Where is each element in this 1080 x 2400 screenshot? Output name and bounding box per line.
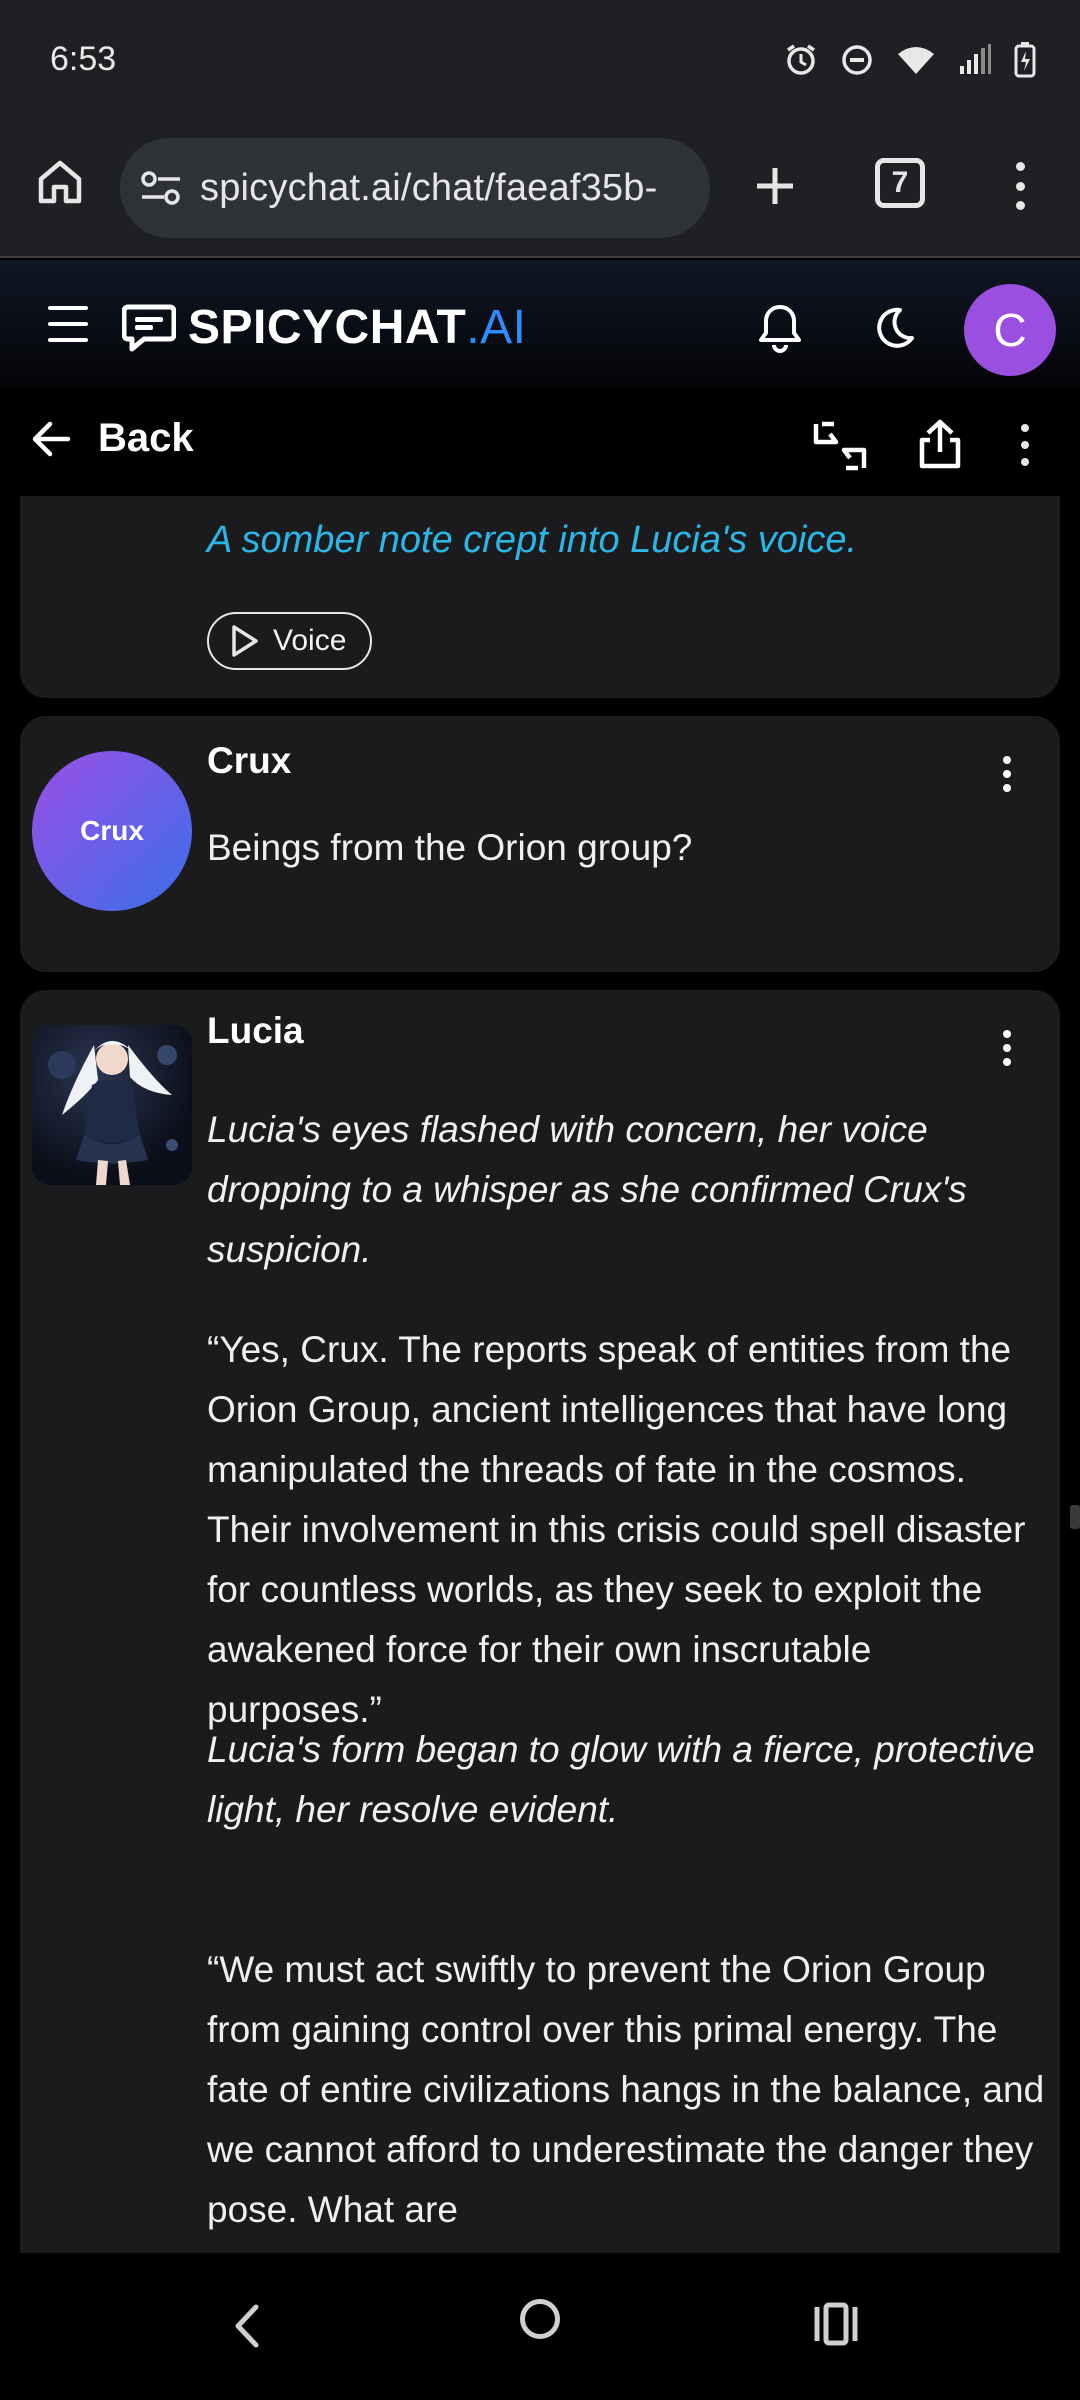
voice-button[interactable]: Voice (207, 612, 373, 670)
chat-messages[interactable]: A somber note crept into Lucia's voice. … (0, 496, 1080, 2253)
message-text: Beings from the Orion group? (207, 827, 693, 868)
tab-switcher-button[interactable]: 7 (875, 158, 925, 208)
menu-dot (1021, 458, 1029, 466)
home-icon (38, 160, 82, 204)
message-card: Crux Crux Beings from the Orion group? (20, 716, 1060, 972)
alarm-icon (787, 44, 815, 75)
new-tab-button[interactable] (745, 156, 805, 216)
nav-home-icon[interactable] (520, 2299, 560, 2339)
menu-dot (1003, 1044, 1011, 1052)
speech-text: “We must act swiftly to prevent the Orio… (207, 1949, 1045, 2230)
message-options-button[interactable] (992, 754, 1022, 794)
status-icons (784, 42, 1036, 78)
message-card: Lucia Lucia's eyes flashed with concern,… (20, 990, 1060, 2253)
site-settings-icon[interactable] (140, 171, 182, 205)
narration-text: Lucia's eyes flashed with concern, her v… (207, 1109, 967, 1270)
system-navigation-bar (0, 2253, 1080, 2400)
menu-dot (1021, 424, 1029, 432)
browser-home-button[interactable] (30, 152, 90, 212)
hamburger-menu-button[interactable] (48, 306, 88, 342)
share-icon (919, 419, 961, 469)
url-text[interactable]: spicychat.ai/chat/faeaf35b- (200, 167, 657, 210)
narration-text: A somber note crept into Lucia's voice. (207, 519, 858, 561)
message-options-button[interactable] (992, 1028, 1022, 1068)
sender-name: Lucia (207, 1010, 304, 1051)
message-card: A somber note crept into Lucia's voice. … (20, 496, 1060, 698)
theme-toggle-button[interactable] (866, 300, 922, 356)
menu-dot (1003, 784, 1011, 792)
chat-options-button[interactable] (1005, 420, 1045, 470)
logo-text: SPICYCHAT.AI (188, 300, 526, 355)
swap-button[interactable] (810, 418, 870, 474)
browser-menu-button[interactable] (1000, 154, 1040, 218)
crux-avatar[interactable]: Crux (32, 751, 192, 911)
user-avatar[interactable]: C (964, 284, 1056, 376)
dnd-icon (842, 45, 872, 75)
spicychat-logo[interactable]: SPICYCHAT.AI (122, 300, 526, 355)
chat-bubble-logo-icon (122, 304, 176, 351)
logo-main: SPICYCHAT (188, 301, 467, 354)
menu-dot (1015, 162, 1025, 171)
nav-recents-icon[interactable] (814, 2301, 858, 2347)
browser-toolbar: spicychat.ai/chat/faeaf35b- 7 (0, 122, 1080, 258)
app-header: SPICYCHAT.AI C (0, 260, 1080, 390)
logo-suffix: .AI (466, 301, 527, 354)
menu-dot (1021, 441, 1029, 449)
moon-icon (877, 307, 914, 348)
battery-charging-icon (1014, 42, 1036, 78)
bell-icon (759, 305, 801, 353)
lucia-avatar[interactable] (32, 1025, 192, 1185)
share-button[interactable] (910, 414, 970, 474)
sender-name: Crux (207, 740, 292, 781)
back-label: Back (98, 416, 194, 460)
url-bar[interactable]: spicychat.ai/chat/faeaf35b- (120, 138, 710, 238)
wifi-icon (898, 47, 934, 74)
status-time: 6:53 (50, 40, 117, 78)
menu-dot (1015, 181, 1025, 191)
menu-dot (1003, 1058, 1011, 1066)
back-button[interactable]: Back (30, 416, 194, 461)
voice-label: Voice (273, 624, 347, 657)
menu-dot (1015, 201, 1025, 210)
menu-dot (1003, 756, 1011, 764)
nav-back-icon[interactable] (228, 2301, 268, 2351)
play-icon (232, 625, 258, 657)
notifications-button[interactable] (752, 300, 808, 356)
menu-dot (1003, 770, 1011, 778)
hamburger-line (48, 306, 88, 310)
chat-header: Back (0, 390, 1080, 496)
status-bar: 6:53 (0, 0, 1080, 122)
narration-text: Lucia's form began to glow with a fierce… (207, 1729, 1035, 1830)
hamburger-line (48, 322, 88, 326)
plus-icon (757, 168, 793, 204)
swap-icon (813, 421, 867, 471)
character-portrait-image (48, 1041, 178, 1185)
speech-text: “Yes, Crux. The reports speak of entitie… (207, 1329, 1026, 1730)
signal-icon (960, 44, 991, 74)
scrollbar-thumb[interactable] (1070, 1505, 1080, 1529)
arrow-left-icon (32, 421, 71, 456)
hamburger-line (48, 338, 88, 342)
menu-dot (1003, 1030, 1011, 1038)
